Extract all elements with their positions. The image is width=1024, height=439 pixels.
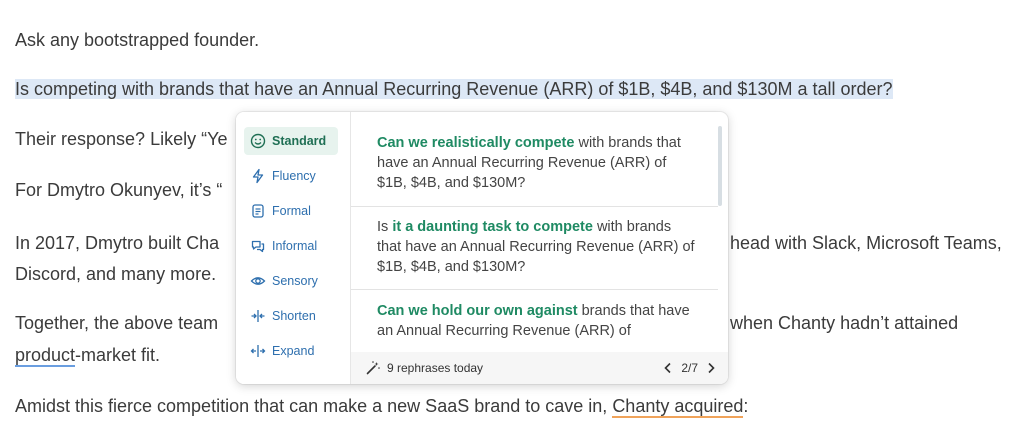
divider [351, 206, 718, 207]
paragraph-2017-start: In 2017, Dmytro built Cha [15, 227, 219, 259]
suggestion-change: Can we hold our own against [377, 303, 578, 319]
paragraph-intro: Ask any bootstrapped founder. [15, 24, 259, 56]
mode-standard[interactable]: Standard [244, 127, 338, 155]
paragraph-together-end: when Chanty hadn’t attained [730, 307, 958, 339]
paragraph-text: Their response? Likely “Ye [15, 129, 228, 149]
chat-icon [251, 240, 265, 253]
paragraph-text: Ask any bootstrapped founder. [15, 30, 260, 50]
suggestion-item[interactable]: Is it a daunting task to compete with br… [377, 217, 699, 277]
chevron-left-icon[interactable] [663, 362, 673, 374]
paragraph-text: Together, the above team [15, 313, 219, 333]
chevron-right-icon[interactable] [706, 362, 716, 374]
suggestion-text: Is [377, 219, 393, 235]
suggestion-item[interactable]: Can we realistically compete with brands… [377, 133, 699, 193]
smile-icon [250, 133, 266, 149]
rephrase-count: 9 rephrases today [387, 361, 484, 375]
mode-informal[interactable]: Informal [244, 232, 338, 260]
mode-label: Sensory [272, 274, 318, 288]
selected-sentence[interactable]: Is competing with brands that have an An… [15, 79, 893, 99]
mode-label: Informal [272, 239, 318, 253]
paragraph-dmytro: For Dmytro Okunyev, it’s “ [15, 174, 222, 206]
mode-formal[interactable]: Formal [244, 197, 338, 225]
expand-icon [250, 345, 266, 357]
paragraph-text: head with Slack, Microsoft Teams, [730, 233, 1002, 253]
document-icon [252, 204, 264, 218]
paragraph-selected[interactable]: Is competing with brands that have an An… [15, 73, 893, 105]
rephrase-popup: Standard Fluency Formal Informal Sensory… [236, 112, 728, 384]
paragraph-2017-end: head with Slack, Microsoft Teams, [730, 227, 1002, 259]
paragraph-text: : [743, 396, 749, 416]
paragraph-together-start: Together, the above team [15, 307, 218, 339]
suggestion-item[interactable]: Can we hold our own against brands that … [377, 301, 699, 343]
shorten-icon [251, 310, 265, 322]
product-link[interactable]: product [15, 345, 76, 367]
paragraph-text: For Dmytro Okunyev, it’s “ [15, 180, 223, 200]
divider [351, 289, 718, 290]
paragraph-text: when Chanty hadn’t attained [730, 313, 959, 333]
scrollbar[interactable] [718, 126, 722, 206]
mode-sensory[interactable]: Sensory [244, 267, 338, 295]
mode-label: Shorten [272, 309, 316, 323]
popup-footer: 9 rephrases today 2/7 [351, 352, 728, 384]
mode-sidebar: Standard Fluency Formal Informal Sensory… [236, 112, 351, 384]
paragraph-text: Discord, and many more. [15, 264, 217, 284]
eye-icon [250, 277, 266, 285]
mode-label: Formal [272, 204, 311, 218]
suggestion-list[interactable]: Can we realistically compete with brands… [351, 112, 728, 352]
mode-label: Expand [272, 344, 315, 358]
paragraph-product: product-market fit. [15, 339, 160, 371]
page-indicator: 2/7 [681, 361, 698, 375]
suggestion-change: it a daunting task to compete [392, 219, 593, 235]
paragraph-text: Amidst this fierce competition that can … [15, 396, 613, 416]
chanty-acquired-link[interactable]: Chanty acquired [612, 396, 744, 418]
mode-label: Fluency [272, 169, 316, 183]
mode-expand[interactable]: Expand [244, 337, 338, 365]
mode-label: Standard [272, 134, 327, 148]
mode-fluency[interactable]: Fluency [244, 162, 338, 190]
pagination: 2/7 [663, 352, 716, 384]
magic-wand-icon [366, 361, 380, 375]
paragraph-response: Their response? Likely “Ye [15, 123, 227, 155]
paragraph-text: -market fit. [75, 345, 161, 365]
paragraph-amidst: Amidst this fierce competition that can … [15, 390, 748, 422]
paragraph-discord: Discord, and many more. [15, 258, 216, 290]
bolt-icon [252, 168, 264, 184]
paragraph-text: In 2017, Dmytro built Cha [15, 233, 220, 253]
mode-shorten[interactable]: Shorten [244, 302, 338, 330]
suggestion-change: Can we realistically compete [377, 135, 575, 151]
